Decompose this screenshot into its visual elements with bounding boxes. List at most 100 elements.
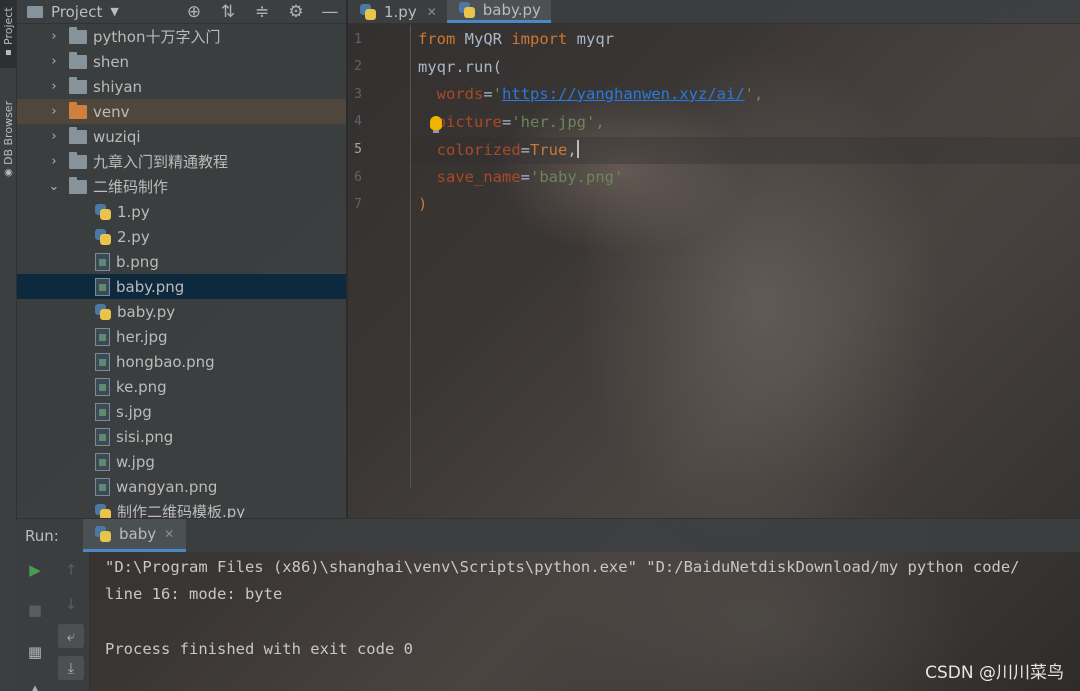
project-panel-title[interactable]: Project — [51, 3, 102, 21]
line-number-current: 5 — [354, 142, 362, 157]
code-line-4[interactable]: picture='her.jpg', — [418, 113, 605, 131]
image-file-icon — [95, 402, 110, 421]
console-line: line 16: mode: byte — [105, 585, 283, 603]
target-icon[interactable]: ⊕ — [184, 2, 204, 22]
comma: , — [567, 141, 577, 159]
python-file-icon — [95, 503, 111, 518]
close-icon[interactable]: ✕ — [427, 5, 437, 19]
tree-file[interactable]: 制作二维码模板.py — [17, 499, 346, 518]
chevron-right-icon[interactable]: › — [47, 129, 61, 144]
code-line-2[interactable]: myqr.run( — [418, 58, 502, 76]
code-line-7[interactable]: ) — [418, 195, 427, 213]
soft-wrap-icon[interactable]: ⤶ — [58, 624, 84, 648]
code-line-3[interactable]: words='https://yanghanwen.xyz/ai/', — [418, 85, 764, 103]
tree-folder[interactable]: › shiyan — [17, 74, 346, 99]
gear-icon[interactable]: ⚙ — [286, 2, 306, 22]
tree-item-label: baby.png — [116, 277, 185, 296]
pin-icon[interactable]: ▴ — [22, 676, 48, 691]
tree-file[interactable]: w.jpg — [17, 449, 346, 474]
run-tab-baby[interactable]: baby ✕ — [83, 519, 187, 552]
project-panel: Project ▼ ⊕ ⇅ ≑ ⚙ — › python十万字入门 › shen › sh… — [17, 0, 346, 518]
tree-folder[interactable]: › shen — [17, 49, 346, 74]
chevron-right-icon[interactable]: › — [47, 54, 61, 69]
tree-file[interactable]: sisi.png — [17, 424, 346, 449]
python-file-icon — [360, 3, 376, 20]
expand-all-icon[interactable]: ⇅ — [218, 2, 238, 22]
arrow-down-icon[interactable]: ↓ — [58, 592, 84, 616]
bool-value: True — [530, 141, 568, 159]
tree-file[interactable]: hongbao.png — [17, 349, 346, 374]
folder-icon — [69, 101, 87, 119]
chevron-down-icon[interactable]: ⌄ — [47, 179, 61, 194]
param-picture: picture — [436, 113, 502, 131]
tree-file[interactable]: b.png — [17, 249, 346, 274]
chevron-right-icon[interactable]: › — [47, 104, 61, 119]
scroll-to-end-icon[interactable]: ⤓ — [58, 656, 84, 680]
run-tab-label: baby — [119, 525, 157, 543]
string-value: 'baby.png' — [530, 168, 624, 186]
code-line-5[interactable]: colorized=True, — [418, 140, 579, 159]
close-icon[interactable]: ✕ — [164, 527, 174, 541]
collapse-all-icon[interactable]: ≑ — [252, 2, 272, 22]
tree-file[interactable]: ke.png — [17, 374, 346, 399]
image-file-icon — [95, 352, 110, 371]
tree-item-label: 1.py — [117, 202, 150, 221]
tab-label: 1.py — [384, 2, 417, 21]
tree-file[interactable]: wangyan.png — [17, 474, 346, 499]
url-link[interactable]: https://yanghanwen.xyz/ai/ — [502, 85, 745, 103]
tree-folder[interactable]: › wuziqi — [17, 124, 346, 149]
tree-folder[interactable]: › python十万字入门 — [17, 24, 346, 49]
image-file-icon — [95, 452, 110, 471]
database-icon: ◉ — [3, 166, 14, 178]
text-cursor — [576, 140, 579, 158]
code-line-1[interactable]: from MyQR import myqr — [418, 30, 614, 48]
tree-item-label: wangyan.png — [116, 477, 218, 496]
code-line-6[interactable]: save_name='baby.png' — [418, 168, 624, 186]
tree-file[interactable]: s.jpg — [17, 399, 346, 424]
tree-file[interactable]: baby.png — [17, 274, 346, 299]
image-file-icon — [95, 327, 110, 346]
image-file-icon — [95, 377, 110, 396]
folder-icon — [69, 76, 87, 94]
closing-paren: ) — [418, 195, 428, 213]
tree-folder[interactable]: ⌄ 二维码制作 — [17, 174, 346, 199]
tool-window-strip: ▪ Project ◉ DB Browser — [0, 0, 17, 520]
chevron-right-icon[interactable]: › — [47, 154, 61, 169]
tree-item-label: 九章入门到精通教程 — [93, 153, 229, 171]
image-file-icon — [95, 477, 110, 496]
image-file-icon — [95, 427, 110, 446]
tree-file[interactable]: her.jpg — [17, 324, 346, 349]
tab-baby-py[interactable]: baby.py — [446, 0, 551, 23]
folder-icon: ▪ — [3, 47, 14, 59]
folder-icon — [69, 26, 87, 44]
chevron-right-icon[interactable]: › — [47, 79, 61, 94]
tree-item-label: python十万字入门 — [93, 28, 221, 46]
stop-icon[interactable]: ■ — [22, 598, 48, 622]
tree-file[interactable]: 1.py — [17, 199, 346, 224]
db-browser-tool-tab[interactable]: ◉ DB Browser — [0, 92, 17, 188]
tree-file[interactable]: 2.py — [17, 224, 346, 249]
chevron-down-icon[interactable]: ▼ — [110, 5, 118, 18]
tab-label: baby.py — [482, 1, 541, 19]
line-number: 4 — [354, 114, 362, 129]
arrow-up-icon[interactable]: ↑ — [58, 558, 84, 582]
tree-item-label: ke.png — [116, 377, 167, 396]
project-tool-tab[interactable]: ▪ Project — [0, 0, 17, 68]
rerun-icon[interactable]: ▶ — [22, 558, 48, 582]
keyword-import: import — [511, 30, 568, 48]
lightbulb-icon[interactable] — [430, 116, 442, 133]
tree-file[interactable]: baby.py — [17, 299, 346, 324]
layout-icon[interactable]: ▦ — [22, 640, 48, 664]
tree-item-label: s.jpg — [116, 402, 152, 421]
tab-1-py[interactable]: 1.py ✕ — [348, 0, 447, 23]
folder-icon — [69, 151, 87, 169]
call-expression: myqr.run( — [418, 58, 502, 76]
line-number: 2 — [354, 59, 362, 74]
project-folder-icon — [27, 5, 43, 18]
chevron-right-icon[interactable]: › — [47, 29, 61, 44]
tree-folder[interactable]: › 九章入门到精通教程 — [17, 149, 346, 174]
tree-folder[interactable]: › venv — [17, 99, 346, 124]
python-file-icon — [95, 526, 111, 542]
run-panel-header: Run: baby ✕ — [17, 518, 1080, 552]
minimize-icon[interactable]: — — [320, 2, 340, 22]
